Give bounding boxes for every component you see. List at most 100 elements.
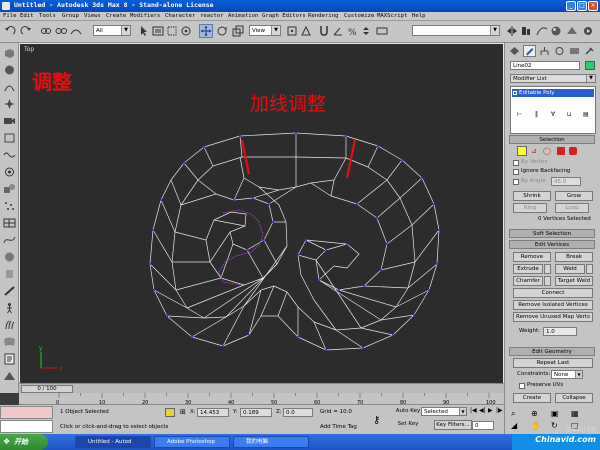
align-icon[interactable] [520, 25, 532, 37]
repeat-last-button[interactable]: Repeat Last [513, 358, 593, 368]
tool-sphere-icon[interactable] [3, 64, 16, 76]
render-scene-icon[interactable] [566, 25, 578, 37]
z-coord-field[interactable]: 0.0 [283, 408, 313, 417]
remove-isolated-vertices-button[interactable]: Remove Isolated Vertices [513, 300, 593, 310]
ring-button[interactable]: Ring [513, 203, 547, 213]
element-level-icon[interactable] [569, 147, 577, 155]
menu-character[interactable]: Character [165, 13, 195, 19]
soft-selection-rollout-header[interactable]: Soft Selection [509, 229, 595, 238]
hierarchy-tab-icon[interactable] [539, 46, 550, 56]
edge-level-icon[interactable]: ⊿ [531, 147, 537, 155]
arc-rotate-icon[interactable]: ↻ [551, 421, 558, 430]
unlink-icon[interactable] [55, 25, 67, 37]
close-button[interactable]: × [588, 1, 598, 11]
constraints-dropdown[interactable]: None ▼ [551, 370, 583, 379]
snaps-toggle-icon[interactable] [318, 25, 330, 37]
object-name-field[interactable]: Line02 [510, 61, 580, 70]
time-slider-knob[interactable]: 0 / 100 [21, 385, 73, 393]
connect-button[interactable]: Connect [513, 288, 593, 298]
auto-key-selection-dropdown[interactable]: Selected ▼ [421, 407, 467, 416]
by-angle-field[interactable]: 45.0 [551, 177, 581, 186]
collapse-button[interactable]: Collapse [555, 393, 593, 403]
menu-create[interactable]: Create [106, 13, 126, 19]
tool-helper-icon[interactable] [3, 132, 16, 144]
remove-modifier-icon[interactable]: ⊔ [567, 111, 572, 118]
create-button[interactable]: Create [513, 393, 551, 403]
select-and-scale-icon[interactable] [232, 25, 244, 37]
reference-coord-dropdown[interactable]: View ▼ [249, 25, 281, 36]
menu-views[interactable]: Views [84, 13, 101, 19]
tool-shape-icon[interactable] [3, 81, 16, 93]
menu-group[interactable]: Group [62, 13, 79, 19]
by-vertex-checkbox[interactable] [513, 160, 519, 166]
tool-nurbs-icon[interactable] [3, 234, 16, 246]
key-icon[interactable]: ⚷ [373, 415, 380, 426]
current-frame-field[interactable]: 0 [472, 421, 494, 430]
minimize-button[interactable]: _ [566, 1, 576, 11]
auto-key-button[interactable]: Auto Key [393, 407, 423, 417]
go-to-start-icon[interactable]: |◀ [470, 407, 477, 414]
maximize-button[interactable]: □ [577, 1, 587, 11]
material-editor-icon[interactable] [550, 25, 562, 37]
angle-snap-icon[interactable] [332, 25, 344, 37]
chamfer-settings-button[interactable] [544, 276, 551, 286]
select-and-link-icon[interactable] [40, 25, 52, 37]
next-frame-icon[interactable]: |▶ [496, 407, 503, 414]
percent-snap-icon[interactable]: % [346, 25, 358, 38]
edit-geometry-rollout-header[interactable]: Edit Geometry [509, 347, 595, 356]
selection-rollout-header[interactable]: Selection [509, 135, 595, 144]
absolute-mode-icon[interactable]: ⊞ [180, 408, 186, 416]
redo-icon[interactable] [20, 25, 32, 37]
y-coord-field[interactable]: 0.189 [240, 408, 272, 417]
menu-animation[interactable]: Animation [228, 13, 258, 19]
pivot-center-icon[interactable] [286, 25, 298, 37]
selection-lock-icon[interactable] [165, 408, 175, 417]
create-tab-icon[interactable] [509, 46, 520, 56]
menu-edit[interactable]: Edit [20, 13, 33, 19]
task-3dsmax[interactable]: Untitled - Autod [75, 436, 151, 448]
play-icon[interactable]: ▶ [488, 407, 493, 414]
vertex-level-icon[interactable] [517, 146, 527, 156]
configure-sets-icon[interactable]: ▤ [583, 111, 589, 118]
tool-bone-icon[interactable] [3, 285, 16, 297]
tool-compound-icon[interactable] [3, 183, 16, 195]
select-object-icon[interactable] [138, 25, 150, 37]
curve-editor-icon[interactable] [536, 25, 548, 37]
menu-file[interactable]: File [3, 13, 16, 19]
track-bar[interactable]: 0 10 20 30 40 50 60 70 80 90 100 [19, 393, 504, 406]
motion-tab-icon[interactable] [554, 46, 565, 56]
named-selection-sets-dropdown[interactable]: ▼ [412, 25, 500, 36]
bind-spacewarp-icon[interactable] [70, 25, 82, 37]
zoom-all-icon[interactable]: ⊕ [531, 409, 538, 418]
x-coord-field[interactable]: 14.453 [197, 408, 229, 417]
make-unique-icon[interactable]: ∀ [551, 111, 555, 118]
tool-light-icon[interactable] [3, 98, 16, 110]
selection-filter-dropdown[interactable]: All ▼ [93, 25, 131, 36]
chamfer-button[interactable]: Chamfer [513, 276, 543, 286]
zoom-icon[interactable]: ⌕ [511, 409, 515, 419]
remove-button[interactable]: Remove [513, 252, 551, 262]
ignore-backfacing-checkbox[interactable] [513, 169, 519, 175]
select-and-rotate-icon[interactable] [216, 25, 228, 37]
key-filters-button[interactable]: Key Filters... [434, 420, 472, 430]
tool-system-icon[interactable] [3, 166, 16, 178]
select-and-move-icon[interactable] [199, 24, 213, 38]
zoom-extents-all-icon[interactable]: ▦ [571, 409, 579, 418]
rect-selection-region-icon[interactable] [166, 25, 178, 37]
spinner-snap-icon[interactable] [360, 25, 372, 37]
modifier-list-dropdown[interactable]: Modifier List ▼ [510, 74, 596, 83]
weight-field[interactable]: 1.0 [543, 327, 577, 336]
remove-unused-map-verts-button[interactable]: Remove Unused Map Verts [513, 312, 593, 322]
display-tab-icon[interactable] [569, 46, 580, 56]
edit-vertices-rollout-header[interactable]: Edit Vertices [509, 240, 595, 249]
tool-cloth-icon[interactable] [3, 336, 16, 348]
window-crossing-icon[interactable] [180, 25, 192, 37]
polygon-level-icon[interactable] [557, 147, 565, 155]
tool-biped-icon[interactable] [3, 302, 16, 314]
task-my-computer[interactable]: 我的电脑 [233, 436, 309, 448]
menu-tools[interactable]: Tools [39, 13, 56, 19]
break-button[interactable]: Break [555, 252, 593, 262]
edit-named-selection-icon[interactable] [376, 25, 388, 37]
shrink-button[interactable]: Shrink [513, 191, 551, 201]
mirror-icon[interactable] [506, 25, 518, 37]
